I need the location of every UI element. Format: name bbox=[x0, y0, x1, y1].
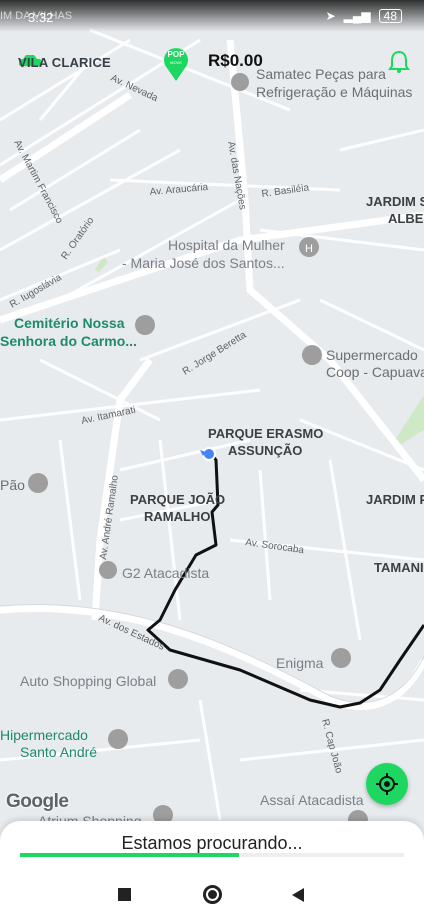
place-label: G2 Atacadista bbox=[122, 565, 209, 581]
place-label: - Maria José dos Santos... bbox=[122, 255, 285, 271]
location-icon: ➤ bbox=[325, 9, 336, 23]
district-label: TAMANI bbox=[374, 560, 424, 575]
signal-icon: ▂▄▆ bbox=[343, 9, 371, 23]
status-icons: ➤ ▂▄▆ 48 bbox=[326, 9, 402, 23]
current-location-dot bbox=[202, 447, 216, 461]
area-name: VILA CLARICE bbox=[18, 55, 111, 70]
district-label: ASSUNÇÃO bbox=[228, 443, 302, 458]
district-label: ALBER bbox=[388, 211, 424, 226]
place-label: Senhora do Carmo... bbox=[0, 333, 137, 349]
place-label: Santo André bbox=[20, 744, 97, 760]
cart-icon bbox=[302, 345, 322, 365]
shop-icon-g2 bbox=[99, 561, 117, 579]
place-label: Auto Shopping Global bbox=[20, 673, 156, 689]
my-location-button[interactable] bbox=[366, 763, 408, 805]
battery-icon: 48 bbox=[378, 9, 402, 23]
place-label: Coop - Capuava bbox=[326, 364, 424, 380]
map-view[interactable]: H Av. Nevada Av. das Nações Av. Martim F… bbox=[0, 0, 424, 920]
wallet-balance[interactable]: R$0.00 bbox=[208, 51, 263, 71]
place-label: Cemitério Nossa bbox=[14, 315, 125, 331]
district-label: PARQUE JOÃO bbox=[130, 492, 225, 507]
back-button[interactable] bbox=[292, 888, 304, 902]
place-label: Supermercado bbox=[326, 347, 418, 363]
logo-sub: MOVE bbox=[170, 60, 182, 65]
crosshair-icon bbox=[376, 773, 398, 795]
bell-icon[interactable] bbox=[388, 50, 410, 74]
place-label: Pão bbox=[0, 477, 25, 493]
svg-text:H: H bbox=[305, 243, 313, 255]
district-label: RAMALHO bbox=[144, 509, 210, 524]
recents-button[interactable] bbox=[118, 888, 131, 901]
place-label: Enigma bbox=[276, 655, 324, 671]
home-button[interactable] bbox=[203, 885, 222, 904]
status-bar: IM DA VILHAS 3:32 ➤ ▂▄▆ 48 bbox=[0, 0, 424, 32]
restaurant-icon bbox=[28, 473, 48, 493]
cemetery-icon bbox=[135, 315, 155, 335]
district-label: JARDIM S bbox=[366, 194, 424, 209]
logo-text: POP bbox=[168, 50, 186, 59]
place-label: Refrigeração e Máquinas bbox=[256, 84, 412, 100]
bag-icon bbox=[168, 669, 188, 689]
district-label: JARDIM P bbox=[366, 492, 424, 507]
app-logo[interactable]: POP MOVE bbox=[162, 42, 190, 82]
hotel-icon bbox=[331, 648, 351, 668]
place-label: Hipermercado bbox=[0, 727, 88, 743]
search-progress-bar bbox=[20, 853, 404, 857]
searching-text: Estamos procurando... bbox=[121, 833, 303, 853]
place-label: Assaí Atacadista bbox=[260, 792, 364, 808]
place-label: Hospital da Mulher bbox=[168, 237, 285, 253]
system-nav-bar bbox=[0, 868, 424, 920]
search-progress-fill bbox=[20, 853, 239, 857]
district-label: PARQUE ERASMO bbox=[208, 426, 323, 441]
google-logo: Google bbox=[6, 791, 69, 812]
status-time: 3:32 bbox=[28, 10, 54, 25]
cart-icon-hiper bbox=[108, 729, 128, 749]
top-bar: VILA CLARICE POP MOVE R$0.00 bbox=[0, 38, 424, 86]
